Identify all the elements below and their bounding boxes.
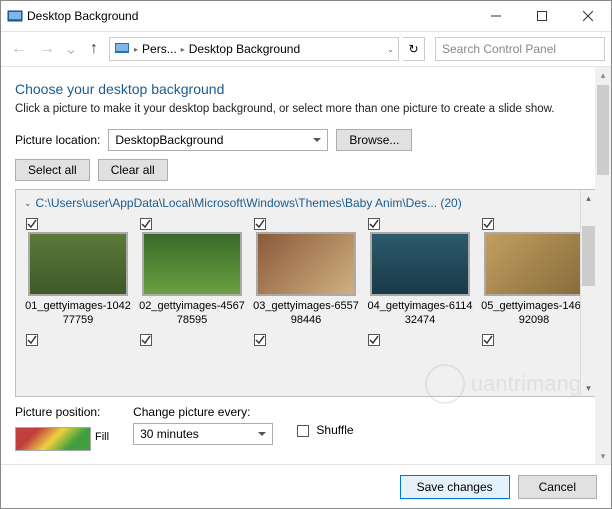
thumbnail-item[interactable]: 02_gettyimages-456778595 <box>138 216 246 328</box>
thumbnail-checkbox[interactable] <box>368 334 380 346</box>
minimize-button[interactable] <box>473 1 519 31</box>
content-area: Choose your desktop background Click a p… <box>1 67 611 464</box>
scroll-down-button[interactable]: ▾ <box>595 448 611 464</box>
thumbnail-label: 05_gettyimages-146892098 <box>480 300 588 328</box>
breadcrumb-segment[interactable]: Pers... <box>142 42 177 56</box>
refresh-button[interactable]: ↻ <box>403 37 425 61</box>
thumbnail-label: 01_gettyimages-104277759 <box>24 300 132 328</box>
up-button[interactable]: ↑ <box>83 40 105 58</box>
thumbnail-checkbox[interactable] <box>140 334 152 346</box>
gallery-path-text: C:\Users\user\AppData\Local\Microsoft\Wi… <box>36 196 462 210</box>
save-changes-button[interactable]: Save changes <box>400 475 510 499</box>
picture-location-label: Picture location: <box>15 133 100 147</box>
thumbnail-item[interactable]: 03_gettyimages-655798446 <box>252 216 360 328</box>
back-button[interactable]: ← <box>7 37 31 61</box>
search-input[interactable]: Search Control Panel <box>435 37 605 61</box>
picture-position-label: Picture position: <box>15 405 109 419</box>
browse-button[interactable]: Browse... <box>336 129 412 151</box>
nav-row: ← → ⌄ ↑ ▸ Pers...▸ Desktop Background ⌄ … <box>1 31 611 67</box>
thumbnail-label: 04_gettyimages-611432474 <box>366 300 474 328</box>
scroll-down-button[interactable]: ▾ <box>581 380 596 396</box>
thumbnail-image <box>142 232 242 296</box>
thumbnail-checkbox[interactable] <box>482 334 494 346</box>
app-icon <box>7 8 23 24</box>
chevron-down-icon: ⌄ <box>24 198 32 209</box>
thumbnail-image <box>256 232 356 296</box>
chevron-down-icon[interactable]: ⌄ <box>387 45 394 54</box>
thumbnail-image <box>28 232 128 296</box>
picture-location-combo[interactable]: DesktopBackground <box>108 129 328 151</box>
shuffle-label: Shuffle <box>316 423 353 437</box>
chevron-right-icon: ▸ <box>181 45 185 54</box>
chevron-right-icon: ▸ <box>134 45 138 54</box>
thumbnail-item[interactable]: 01_gettyimages-104277759 <box>24 216 132 328</box>
page-heading: Choose your desktop background <box>15 81 597 97</box>
gallery-scrollbar[interactable]: ▴ ▾ <box>580 190 596 396</box>
thumbnail-checkbox[interactable] <box>254 218 266 230</box>
maximize-button[interactable] <box>519 1 565 31</box>
thumbnail-label: 03_gettyimages-655798446 <box>252 300 360 328</box>
scroll-up-button[interactable]: ▴ <box>595 67 611 83</box>
close-button[interactable] <box>565 1 611 31</box>
window-title: Desktop Background <box>27 9 138 23</box>
thumbnail-image <box>370 232 470 296</box>
select-all-button[interactable]: Select all <box>15 159 90 181</box>
thumbnail-checkbox[interactable] <box>26 218 38 230</box>
gallery: ⌄ C:\Users\user\AppData\Local\Microsoft\… <box>15 189 597 397</box>
folder-icon <box>114 40 130 59</box>
window: Desktop Background ← → ⌄ ↑ ▸ Pers... ▸ De… <box>0 0 612 509</box>
thumbnail-image <box>484 232 584 296</box>
recent-locations-button[interactable]: ⌄ <box>63 39 79 59</box>
thumbnail-checkbox[interactable] <box>26 334 38 346</box>
thumbnail-item[interactable]: 04_gettyimages-611432474 <box>366 216 474 328</box>
cancel-button[interactable]: Cancel <box>518 475 597 499</box>
thumbnail-checkbox[interactable] <box>482 218 494 230</box>
forward-button[interactable]: → <box>35 37 59 61</box>
position-value: Fill <box>95 431 109 443</box>
page-subtext: Click a picture to make it your desktop … <box>15 103 597 115</box>
shuffle-checkbox[interactable] <box>297 425 309 437</box>
change-every-label: Change picture every: <box>133 405 273 419</box>
thumbnail-checkbox[interactable] <box>140 218 152 230</box>
thumbnail-item[interactable]: 05_gettyimages-146892098 <box>480 216 588 328</box>
scroll-thumb[interactable] <box>582 226 596 286</box>
thumbnail-label: 02_gettyimages-456778595 <box>138 300 246 328</box>
change-every-combo[interactable]: 30 minutes <box>133 423 273 445</box>
thumbnail-checkbox[interactable] <box>368 218 380 230</box>
footer: Save changes Cancel <box>1 464 611 508</box>
scroll-up-button[interactable]: ▴ <box>581 190 596 206</box>
address-bar[interactable]: ▸ Pers... ▸ Desktop Background ⌄ <box>109 37 399 61</box>
breadcrumb-segment[interactable]: Desktop Background <box>189 42 300 56</box>
thumbnail-checkbox[interactable] <box>254 334 266 346</box>
gallery-group-header[interactable]: ⌄ C:\Users\user\AppData\Local\Microsoft\… <box>16 190 596 216</box>
content-scrollbar[interactable]: ▴ ▾ <box>595 67 611 464</box>
position-preview[interactable] <box>15 427 91 451</box>
titlebar: Desktop Background <box>1 1 611 31</box>
scroll-thumb[interactable] <box>597 85 609 175</box>
clear-all-button[interactable]: Clear all <box>98 159 168 181</box>
